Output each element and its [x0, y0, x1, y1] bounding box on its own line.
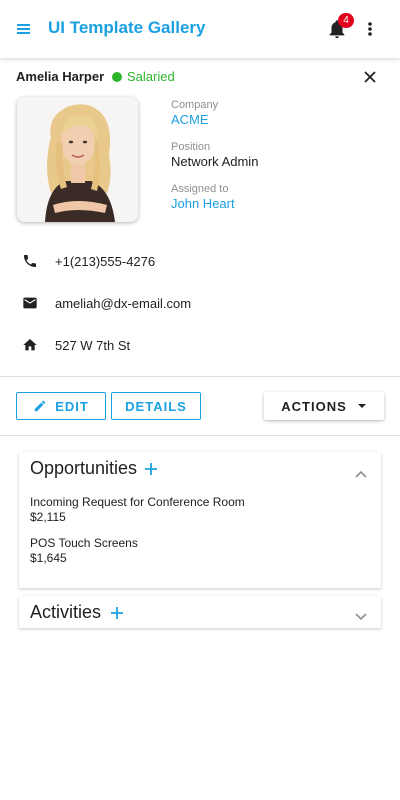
app-bar: UI Template Gallery 4 — [0, 0, 400, 58]
add-opportunity-button[interactable] — [144, 462, 158, 476]
opportunity-name[interactable]: Incoming Request for Conference Room — [30, 495, 245, 509]
status-text: Salaried — [127, 69, 175, 84]
opportunities-title: Opportunities — [30, 458, 138, 478]
activities-card: Activities — [19, 596, 381, 628]
position-label: Position — [171, 141, 211, 153]
more-options-button[interactable] — [362, 18, 378, 40]
employee-photo — [17, 97, 138, 222]
close-icon — [364, 71, 376, 83]
menu-icon — [17, 24, 30, 34]
chevron-up-icon — [355, 470, 367, 478]
expand-activities-button[interactable] — [355, 608, 367, 621]
app-title: UI Template Gallery — [48, 18, 206, 37]
status-badge: Salaried — [112, 69, 175, 84]
opportunity-amount: $1,645 — [30, 551, 67, 565]
activities-title: Activities — [30, 602, 102, 622]
status-dot — [112, 71, 122, 82]
position-value: Network Admin — [171, 154, 259, 169]
assigned-to-link[interactable]: John Heart — [171, 196, 235, 211]
details-button-label: DETAILS — [125, 398, 187, 414]
opportunity-name[interactable]: POS Touch Screens — [30, 536, 138, 550]
email-address[interactable]: ameliah@dx-email.com — [55, 296, 191, 311]
opportunities-card: Opportunities Incoming Request for Confe… — [19, 452, 381, 588]
phone-icon — [22, 253, 38, 269]
company-link[interactable]: ACME — [171, 112, 209, 127]
address: 527 W 7th St — [55, 338, 131, 353]
chevron-down-icon — [355, 613, 367, 621]
divider — [0, 376, 400, 377]
notification-badge: 4 — [338, 13, 354, 28]
opportunity-amount: $2,115 — [30, 510, 66, 524]
employee-name: Amelia Harper — [16, 69, 105, 84]
divider — [0, 435, 400, 436]
actions-button-label: ACTIONS — [281, 398, 347, 414]
more-vertical-icon — [368, 22, 372, 36]
employee-portrait-image — [17, 97, 138, 222]
edit-button-label: EDIT — [55, 398, 89, 414]
company-label: Company — [171, 99, 219, 111]
plus-icon — [111, 607, 123, 619]
actions-dropdown-button[interactable]: ACTIONS — [264, 392, 384, 420]
home-icon — [22, 337, 38, 353]
collapse-opportunities-button[interactable] — [355, 465, 367, 478]
caret-down-icon — [357, 404, 366, 408]
email-icon — [22, 295, 38, 311]
menu-button[interactable] — [14, 18, 34, 40]
pencil-icon — [34, 400, 46, 412]
plus-icon — [145, 463, 157, 475]
details-button[interactable]: DETAILS — [111, 392, 201, 420]
edit-button[interactable]: EDIT — [16, 392, 106, 420]
add-activity-button[interactable] — [110, 606, 124, 620]
assigned-to-label: Assigned to — [171, 183, 229, 195]
phone-number[interactable]: +1(213)555-4276 — [55, 254, 155, 269]
close-button[interactable] — [362, 69, 378, 85]
